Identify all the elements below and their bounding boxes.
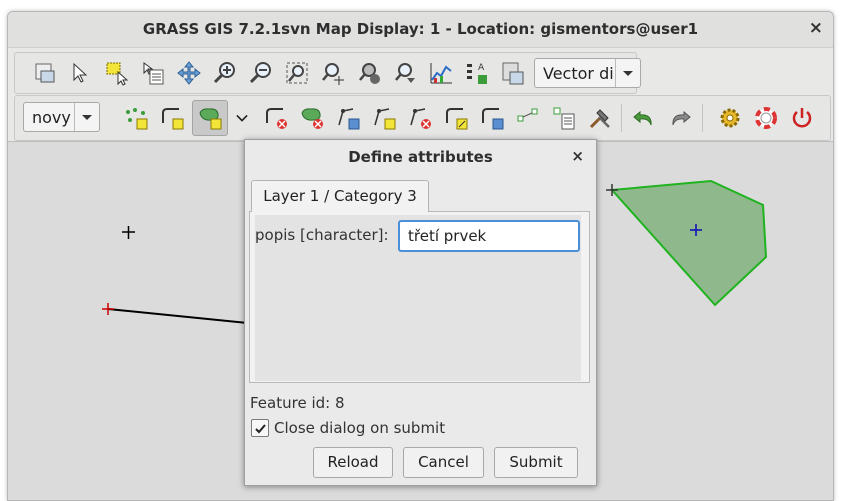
new-area-button[interactable]	[192, 100, 228, 136]
display-cats-button[interactable]	[512, 102, 544, 134]
new-line-button[interactable]	[156, 102, 188, 134]
remove-vertex-icon	[410, 108, 431, 129]
move-line-button[interactable]	[476, 102, 508, 134]
pan-button[interactable]	[173, 57, 205, 89]
select-button[interactable]	[101, 57, 133, 89]
display-map-button[interactable]	[29, 57, 61, 89]
more-tools-button[interactable]	[231, 102, 253, 134]
display-attributes-button[interactable]	[548, 102, 580, 134]
define-attributes-dialog: Define attributes × Layer 1 / Category 3…	[244, 139, 597, 486]
display-cats-icon	[517, 108, 538, 122]
more-tools-icon	[236, 114, 248, 122]
feature-id-text: Feature id: 8	[250, 394, 345, 412]
move-vertex-icon	[338, 108, 360, 130]
settings-button[interactable]	[714, 102, 746, 134]
close-on-submit-checkbox[interactable]	[251, 419, 269, 437]
zoom-menu-icon	[395, 63, 415, 83]
new-point-icon	[126, 108, 148, 130]
overlay-button[interactable]: A	[461, 57, 493, 89]
chevron-down-icon[interactable]	[74, 103, 99, 131]
analyze-button[interactable]	[425, 57, 457, 89]
pan-icon	[177, 61, 201, 85]
zoom-in-button[interactable]	[209, 57, 241, 89]
redo-button[interactable]	[664, 102, 696, 134]
layer-select-value: novy	[32, 108, 71, 127]
additional-tools-icon	[589, 109, 610, 129]
select-icon	[106, 62, 129, 86]
chevron-down-icon[interactable]	[615, 59, 640, 87]
submit-button[interactable]: Submit	[494, 447, 578, 478]
mode-select-value: Vector di	[543, 64, 614, 83]
popis-field[interactable]	[398, 220, 580, 252]
layer-select[interactable]: novy	[23, 102, 100, 132]
mode-select[interactable]: Vector di	[534, 58, 641, 88]
help-button[interactable]	[750, 102, 782, 134]
display-attributes-icon	[553, 107, 575, 130]
edit-line-icon	[446, 108, 468, 130]
area-feature	[609, 179, 768, 307]
map-toolbar: A Vector di	[14, 52, 641, 94]
save-map-button[interactable]	[497, 57, 529, 89]
checkmark-icon	[254, 423, 266, 433]
close-on-submit-label: Close dialog on submit	[274, 419, 446, 437]
tab-layer-category[interactable]: Layer 1 / Category 3	[251, 180, 429, 212]
remove-vertex-button[interactable]	[404, 102, 436, 134]
edit-line-button[interactable]	[440, 102, 472, 134]
zoom-out-icon	[249, 62, 271, 84]
zoom-in-icon	[213, 62, 235, 84]
zoom-back-button[interactable]	[353, 57, 385, 89]
pointer-icon	[73, 62, 88, 83]
add-vertex-icon	[374, 108, 396, 130]
close-on-submit-row[interactable]: Close dialog on submit	[251, 419, 445, 437]
field-label: popis [character]:	[255, 226, 389, 244]
zoom-back-icon	[359, 63, 380, 84]
zoom-region-icon	[322, 63, 344, 85]
redo-icon	[672, 110, 691, 126]
pointer-button[interactable]	[65, 57, 97, 89]
reload-button[interactable]: Reload	[313, 447, 393, 478]
cancel-button[interactable]: Cancel	[403, 447, 484, 478]
query-button[interactable]	[137, 57, 169, 89]
title-bar[interactable]: GRASS GIS 7.2.1svn Map Display: 1 - Loca…	[8, 12, 833, 48]
display-map-icon	[35, 63, 55, 83]
svg-text:A: A	[478, 63, 485, 73]
quit-button[interactable]	[786, 102, 818, 134]
zoom-menu-button[interactable]	[389, 57, 421, 89]
quit-icon	[792, 108, 812, 128]
overlay-icon: A	[467, 63, 487, 84]
digitizer-toolbar: novy	[14, 95, 831, 141]
delete-area-icon	[301, 108, 323, 129]
additional-tools-button[interactable]	[584, 102, 616, 134]
window-close-button[interactable]: ×	[809, 18, 823, 38]
zoom-extent-button[interactable]	[281, 57, 313, 89]
help-icon	[755, 107, 777, 129]
delete-line-icon	[266, 108, 287, 129]
settings-icon	[720, 108, 740, 128]
new-line-icon	[162, 108, 184, 130]
delete-area-button[interactable]	[296, 102, 328, 134]
new-area-icon	[199, 108, 222, 130]
zoom-region-button[interactable]	[317, 57, 349, 89]
save-map-icon	[502, 62, 524, 85]
undo-icon	[633, 110, 652, 126]
delete-line-button[interactable]	[260, 102, 292, 134]
dialog-title: Define attributes	[348, 148, 493, 166]
toolbar-separator	[621, 104, 622, 132]
window-title: GRASS GIS 7.2.1svn Map Display: 1 - Loca…	[142, 20, 699, 38]
move-line-icon	[482, 108, 504, 130]
new-point-button[interactable]	[120, 102, 152, 134]
toolbar-separator	[702, 104, 703, 132]
undo-button[interactable]	[628, 102, 660, 134]
add-vertex-button[interactable]	[368, 102, 400, 134]
zoom-out-button[interactable]	[245, 57, 277, 89]
dialog-close-button[interactable]: ×	[571, 147, 584, 165]
zoom-extent-icon	[286, 62, 308, 84]
query-icon	[143, 62, 164, 85]
analyze-icon	[430, 63, 452, 84]
move-vertex-button[interactable]	[332, 102, 364, 134]
